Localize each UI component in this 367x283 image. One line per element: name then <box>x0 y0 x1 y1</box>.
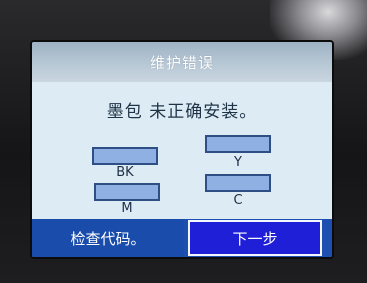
cartridge-slot-m <box>94 183 160 201</box>
printer-lcd-screen: 维护错误 墨包 未正确安装。 BK Y M C 检查代码。 下一步 <box>32 42 332 257</box>
cartridge-label-c: C <box>233 193 243 208</box>
printer-photo: 维护错误 墨包 未正确安装。 BK Y M C 检查代码。 下一步 <box>0 0 367 283</box>
cartridge-slot-c <box>205 174 271 192</box>
cartridge-slot-bk <box>92 147 158 165</box>
cartridge-slot-y <box>205 135 271 153</box>
next-button[interactable]: 下一步 <box>188 220 322 256</box>
cartridge-label-y: Y <box>234 155 242 170</box>
check-code-button[interactable]: 检查代码。 <box>32 219 184 257</box>
cartridge-label-bk: BK <box>116 165 134 180</box>
cartridge-label-m: M <box>121 201 133 216</box>
error-message: 墨包 未正确安装。 <box>106 102 258 122</box>
dialog-title: 维护错误 <box>149 53 214 72</box>
dialog-footer: 检查代码。 下一步 <box>32 219 332 257</box>
dialog-title-bar: 维护错误 <box>32 42 332 82</box>
